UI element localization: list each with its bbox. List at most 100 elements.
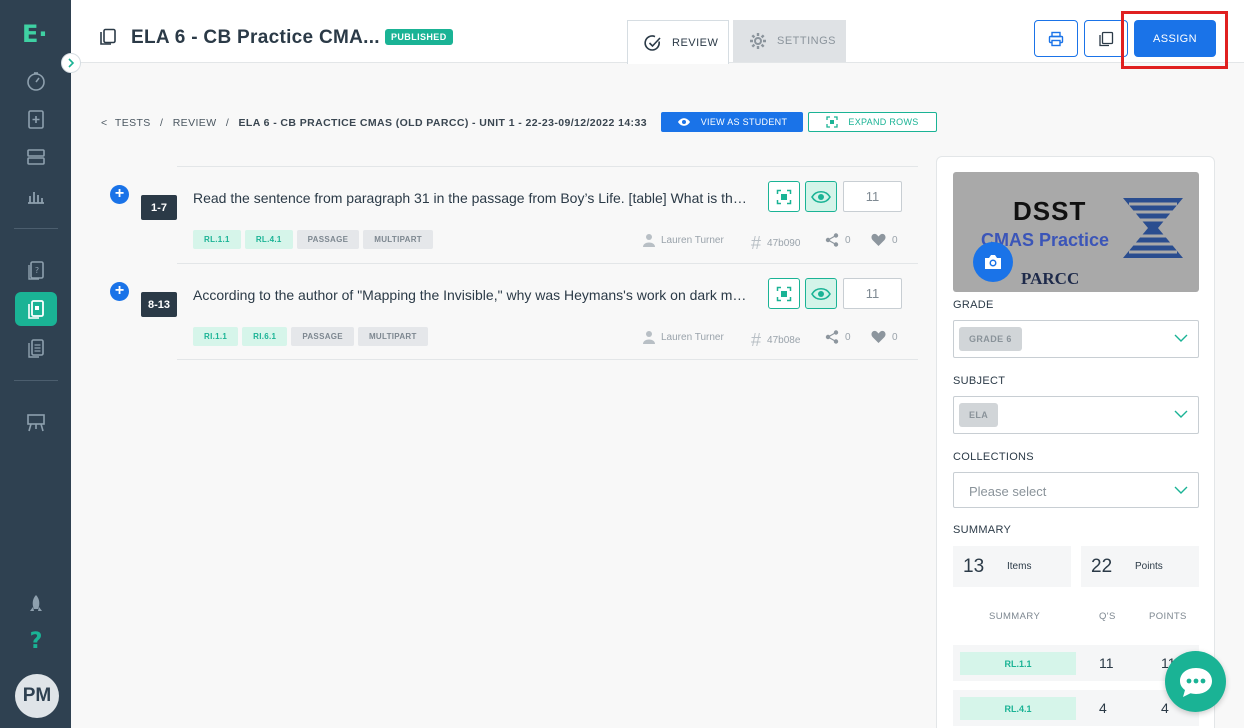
clipboard-plus-icon — [28, 110, 44, 129]
item-likes[interactable]: 0 — [871, 233, 898, 247]
grade-select[interactable]: GRADE 6 — [953, 320, 1199, 358]
points-label: Points — [1135, 561, 1163, 572]
breadcrumb-review[interactable]: REVIEW — [173, 117, 217, 129]
type-tag: PASSAGE — [291, 327, 354, 346]
points-col-header: POINTS — [1149, 611, 1187, 622]
print-button[interactable] — [1034, 20, 1078, 57]
add-item-button[interactable]: + — [110, 185, 129, 204]
sidebar-item-assignments[interactable] — [22, 105, 50, 133]
camera-icon — [985, 255, 1001, 269]
standard-tag: RI.6.1 — [242, 327, 288, 346]
hash-icon: # — [751, 233, 762, 253]
view-as-student-label: VIEW AS STUDENT — [700, 117, 788, 127]
items-count: 13 — [963, 556, 985, 577]
item-shares[interactable]: 0 — [825, 330, 851, 344]
standard-tag: RI.1.1 — [193, 327, 239, 346]
author-name: Lauren Turner — [661, 331, 724, 343]
page-title: ELA 6 - CB Practice CMA... — [131, 27, 380, 48]
item-shares[interactable]: 0 — [825, 233, 851, 247]
sidebar-item-whats-new[interactable] — [22, 590, 50, 618]
view-as-student-button[interactable]: VIEW AS STUDENT — [661, 112, 803, 132]
chat-support-button[interactable] — [1165, 651, 1226, 712]
question-doc-icon: ? — [28, 261, 44, 280]
tab-settings[interactable]: SETTINGS — [733, 20, 846, 62]
item-id: # 47b090 — [751, 233, 800, 254]
like-count: 0 — [892, 331, 898, 343]
sidebar-item-dashboard[interactable] — [22, 67, 50, 95]
sidebar-item-tests[interactable] — [15, 292, 57, 326]
status-badge: PUBLISHED — [385, 29, 453, 45]
expand-icon — [776, 189, 792, 204]
chevron-down-icon — [1174, 410, 1188, 418]
summary-col-header: SUMMARY — [989, 611, 1041, 622]
sidebar-expand-button[interactable] — [61, 53, 81, 73]
breadcrumb: < TESTS / REVIEW / ELA 6 - CB PRACTICE C… — [101, 117, 647, 129]
dashboard-gauge-icon — [27, 72, 45, 91]
add-item-button[interactable]: + — [110, 282, 129, 301]
user-avatar[interactable]: PM — [15, 674, 59, 718]
share-count: 0 — [845, 331, 851, 343]
change-thumbnail-button[interactable] — [973, 242, 1013, 282]
dsst-logo-mark — [1123, 198, 1183, 258]
share-count: 0 — [845, 234, 851, 246]
assign-highlight-box — [1121, 11, 1228, 69]
item-number: 1-7 — [141, 195, 177, 220]
type-tag: PASSAGE — [296, 230, 360, 249]
rocket-icon — [30, 595, 42, 611]
thumbnail-title: DSST — [1013, 196, 1087, 226]
item-points-input[interactable]: 11 — [843, 181, 902, 212]
tab-settings-label: SETTINGS — [777, 35, 837, 47]
tab-review[interactable]: REVIEW — [627, 20, 729, 64]
printer-icon — [1048, 31, 1064, 46]
standard-tag: RL.4.1 — [244, 230, 293, 249]
item-likes[interactable]: 0 — [871, 330, 898, 344]
expand-rows-button[interactable]: EXPAND ROWS — [808, 112, 937, 132]
points-count: 22 — [1091, 556, 1113, 577]
user-icon — [643, 234, 655, 247]
item-tags: RL.1.1 RL.4.1 PASSAGE MULTIPART — [193, 230, 433, 249]
thumbnail-logo-text: PARCC — [1021, 269, 1080, 288]
eye-icon — [677, 118, 690, 126]
item-author: Lauren Turner — [643, 233, 724, 247]
test-item-row[interactable]: + 1-7 Read the sentence from paragraph 3… — [110, 166, 918, 263]
preview-item-button[interactable] — [805, 181, 837, 212]
page-header: ELA 6 - CB Practice CMA... PUBLISHED REV… — [71, 0, 1244, 69]
heart-icon — [871, 233, 886, 246]
breadcrumb-current: ELA 6 - CB PRACTICE CMAS (OLD PARCC) - U… — [238, 117, 647, 129]
sidebar-item-playlists[interactable] — [22, 334, 50, 362]
breadcrumb-tests[interactable]: TESTS — [115, 117, 151, 129]
expand-item-button[interactable] — [768, 181, 800, 212]
sidebar-item-reports[interactable] — [22, 181, 50, 209]
eye-icon — [811, 190, 831, 203]
item-question-text[interactable]: Read the sentence from paragraph 31 in t… — [193, 190, 753, 206]
test-thumbnail: DSST CMAS Practice PARCC — [953, 172, 1199, 292]
breadcrumb-back[interactable]: < — [101, 117, 108, 129]
app-logo[interactable]: E· — [22, 20, 48, 48]
sidebar-divider — [14, 228, 58, 229]
svg-text:?: ? — [35, 266, 39, 275]
subject-select[interactable]: ELA — [953, 396, 1199, 434]
sidebar-item-item-bank[interactable]: ? — [22, 256, 50, 284]
points-value: 4 — [1161, 700, 1169, 716]
standard-tag: RL.1.1 — [193, 230, 241, 249]
expand-item-button[interactable] — [768, 278, 800, 309]
sidebar-item-help[interactable]: ? — [22, 626, 50, 654]
subject-chip: ELA — [959, 403, 999, 427]
preview-item-button[interactable] — [805, 278, 837, 309]
standard-tag: RL.1.1 — [960, 652, 1076, 675]
author-name: Lauren Turner — [661, 234, 724, 246]
collections-select[interactable]: Please select — [953, 472, 1199, 508]
collections-placeholder: Please select — [969, 484, 1047, 499]
sidebar-item-classes[interactable] — [22, 408, 50, 436]
test-item-row[interactable]: + 8-13 According to the author of "Mappi… — [110, 263, 918, 360]
grade-chip: GRADE 6 — [959, 327, 1022, 351]
summary-row: RL.1.1 11 11 — [953, 645, 1199, 681]
item-question-text[interactable]: According to the author of "Mapping the … — [193, 287, 753, 303]
expand-icon — [826, 116, 839, 128]
summary-label: SUMMARY — [953, 524, 1012, 536]
breadcrumb-separator: / — [225, 117, 230, 129]
subject-label: SUBJECT — [953, 375, 1006, 387]
item-points-input[interactable]: 11 — [843, 278, 902, 309]
copy-icon — [1099, 31, 1114, 46]
sidebar-item-gradebook[interactable] — [22, 143, 50, 171]
